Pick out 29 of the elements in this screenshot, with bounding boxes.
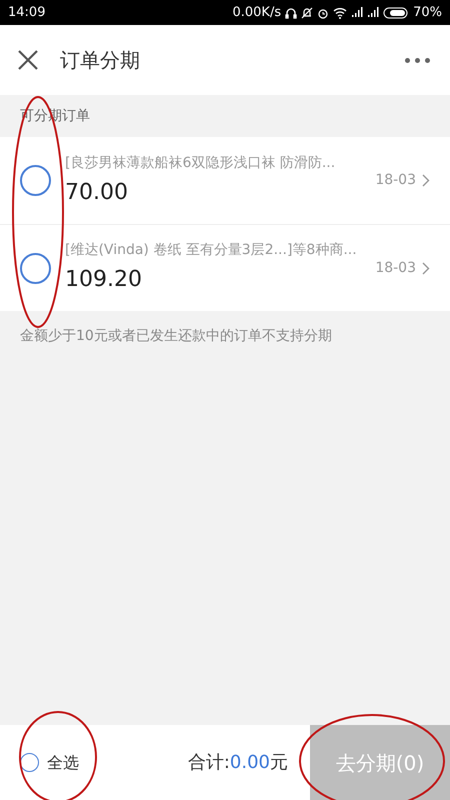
network-speed: 0.00K/s <box>232 4 282 22</box>
battery-icon <box>383 6 410 18</box>
order-row[interactable]: [维达(Vinda) 卷纸 至有分量3层2...]等8种商... 109.20 18-03 <box>0 224 450 311</box>
select-all-checkbox[interactable]: 全选 <box>20 750 79 774</box>
chevron-right-icon <box>422 174 430 187</box>
total-unit: 元 <box>270 751 288 775</box>
signal-icon <box>351 7 364 18</box>
order-amount: 70.00 <box>65 178 129 206</box>
bell-off-icon <box>301 6 314 18</box>
signal-icon <box>367 7 380 18</box>
status-time: 14:09 <box>8 4 46 22</box>
order-title: [良莎男袜薄款船袜6双隐形浅口袜 防滑防... <box>65 154 336 172</box>
order-title: [维达(Vinda) 卷纸 至有分量3层2...]等8种商... <box>65 241 358 260</box>
order-date: 18-03 <box>375 258 416 278</box>
close-button[interactable] <box>16 48 40 72</box>
select-radio[interactable] <box>20 252 51 284</box>
headset-icon <box>285 6 298 18</box>
wifi-icon <box>333 6 348 18</box>
battery-percent: 70% <box>413 4 442 22</box>
total-label: 合计: <box>188 751 230 775</box>
chevron-right-icon <box>422 262 430 274</box>
page-title: 订单分期 <box>60 47 140 74</box>
order-amount: 109.20 <box>65 266 143 294</box>
select-radio[interactable] <box>20 165 51 196</box>
order-row[interactable]: [良莎男袜薄款船袜6双隐形浅口袜 防滑防... 70.00 18-03 <box>0 137 450 224</box>
alarm-icon <box>317 6 330 18</box>
total-amount: 0.00 <box>230 751 270 775</box>
note-text: 金额少于10元或者已发生还款中的订单不支持分期 <box>20 328 332 344</box>
order-date: 18-03 <box>375 171 416 190</box>
